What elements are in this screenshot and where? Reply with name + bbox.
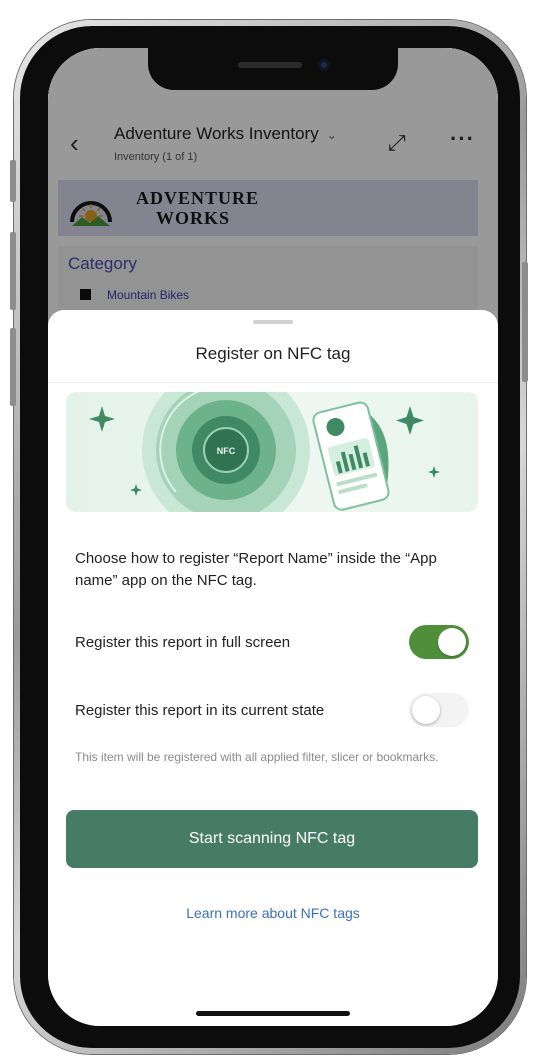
start-scanning-button[interactable]: Start scanning NFC tag: [66, 810, 478, 868]
sheet-title: Register on NFC tag: [195, 344, 351, 363]
phone-card-icon: [312, 401, 390, 511]
speaker-grille: [238, 62, 302, 68]
option-full-screen-label: Register this report in full screen: [75, 634, 291, 651]
nfc-illustration: NFC: [66, 392, 478, 512]
learn-more-link[interactable]: Learn more about NFC tags: [48, 905, 498, 921]
sparkle-icon: [428, 466, 440, 478]
current-state-toggle[interactable]: [409, 693, 469, 727]
nfc-bottom-sheet: Register on NFC tag NFC Choose how to re…: [48, 310, 498, 1026]
sheet-description: Choose how to register “Report Name” ins…: [75, 550, 437, 589]
full-screen-toggle[interactable]: [409, 625, 469, 659]
power-button: [522, 262, 528, 382]
option-current-state-label: Register this report in its current stat…: [75, 702, 325, 719]
mute-switch: [10, 160, 16, 202]
home-indicator[interactable]: [196, 1011, 350, 1016]
sheet-grabber[interactable]: [253, 320, 293, 324]
option-hint: This item will be registered with all ap…: [75, 750, 439, 764]
toggle-knob: [438, 628, 466, 656]
nfc-illustration-graphic: NFC: [89, 392, 440, 512]
volume-up-button: [10, 232, 16, 310]
phone-notch: [148, 48, 398, 90]
nfc-label: NFC: [217, 446, 236, 456]
toggle-knob: [412, 696, 440, 724]
sparkle-icon: [89, 406, 115, 432]
sparkle-icon: [130, 484, 142, 496]
divider: [48, 382, 498, 383]
phone-screen: ‹ Adventure Works Inventory ⌄ Inventory (…: [48, 48, 498, 1026]
sparkle-icon: [396, 406, 424, 435]
volume-down-button: [10, 328, 16, 406]
front-camera: [318, 59, 330, 71]
